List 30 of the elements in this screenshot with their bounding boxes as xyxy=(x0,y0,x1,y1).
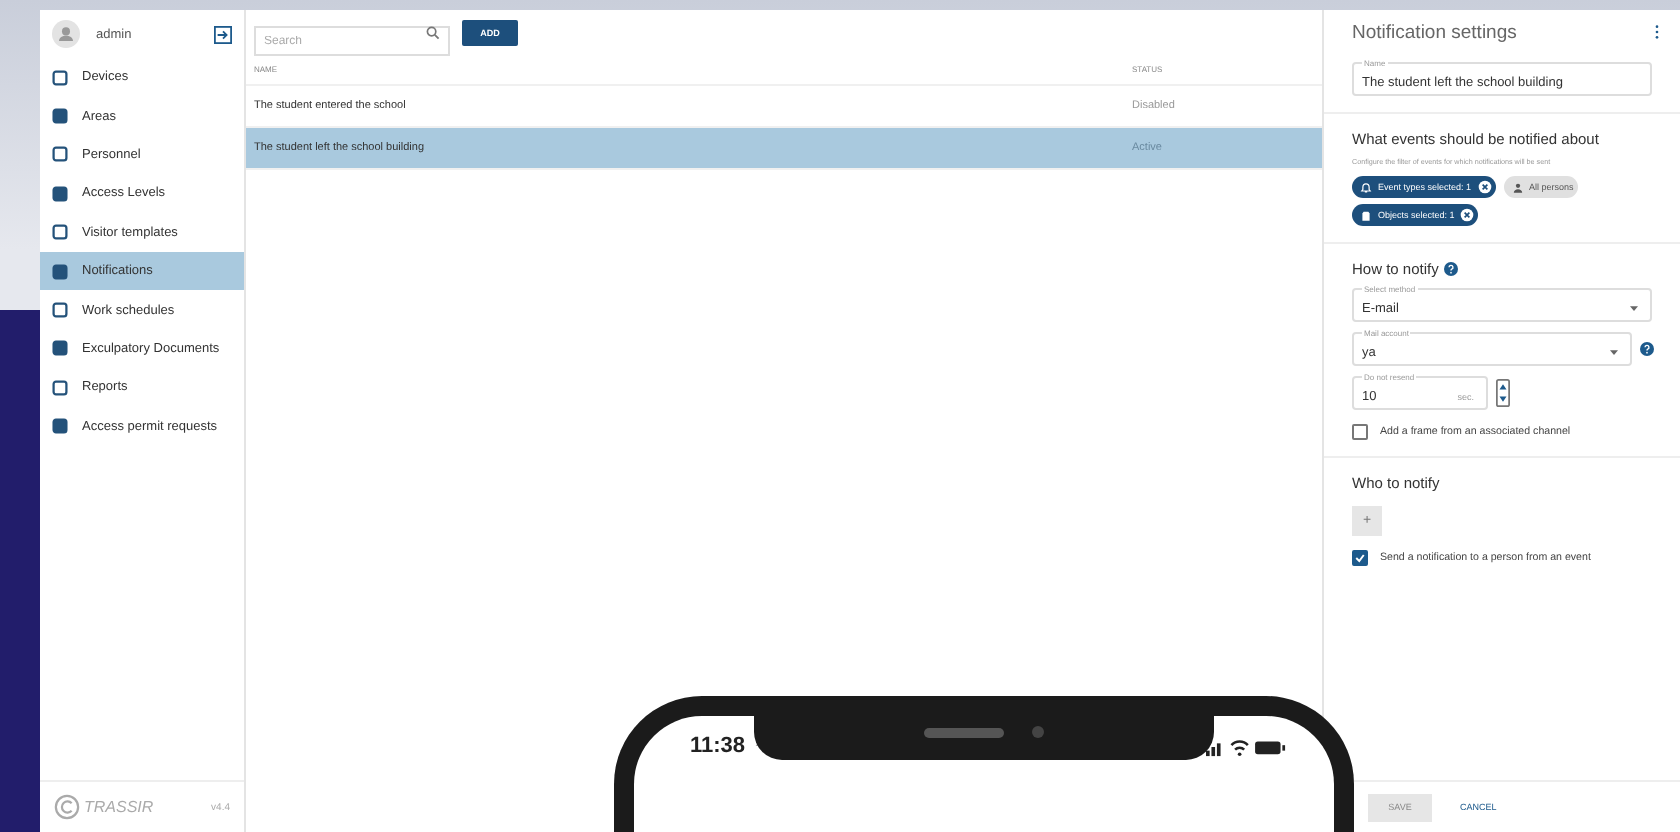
menu-item-icon xyxy=(52,146,68,163)
menu-item-icon xyxy=(52,379,68,396)
remove-icon[interactable] xyxy=(1460,208,1475,222)
avatar-icon xyxy=(52,20,80,48)
status-icons-drawing xyxy=(1206,736,1286,758)
menu-item-icon xyxy=(52,185,68,202)
search-icon xyxy=(426,25,440,39)
more-icon[interactable] xyxy=(1654,24,1660,40)
logo-icon xyxy=(54,794,80,820)
help-icon[interactable] xyxy=(1640,342,1654,356)
bell-icon xyxy=(1360,181,1372,193)
caret-icon xyxy=(1630,306,1638,312)
menu-item-icon xyxy=(52,340,68,357)
menu-item-icon xyxy=(52,418,68,435)
phone-time: 11:38 xyxy=(690,734,746,758)
menu-item-icon xyxy=(52,69,68,86)
logo-text: TRASSIR xyxy=(84,798,156,816)
panel-title: Notification settings xyxy=(1352,21,1517,43)
logout-icon[interactable] xyxy=(214,25,232,43)
remove-icon[interactable] xyxy=(1477,180,1492,194)
menu-item-icon xyxy=(52,108,68,125)
menu-item-icon xyxy=(52,302,68,319)
menu-item-icon xyxy=(52,263,68,280)
stepper-icon[interactable] xyxy=(1496,378,1510,408)
caret-icon xyxy=(1610,350,1618,356)
checkbox[interactable] xyxy=(1352,424,1368,440)
help-icon[interactable] xyxy=(1444,262,1459,276)
person-icon xyxy=(1511,181,1524,193)
menu-item-icon xyxy=(52,224,68,241)
checkbox[interactable] xyxy=(1352,550,1368,566)
